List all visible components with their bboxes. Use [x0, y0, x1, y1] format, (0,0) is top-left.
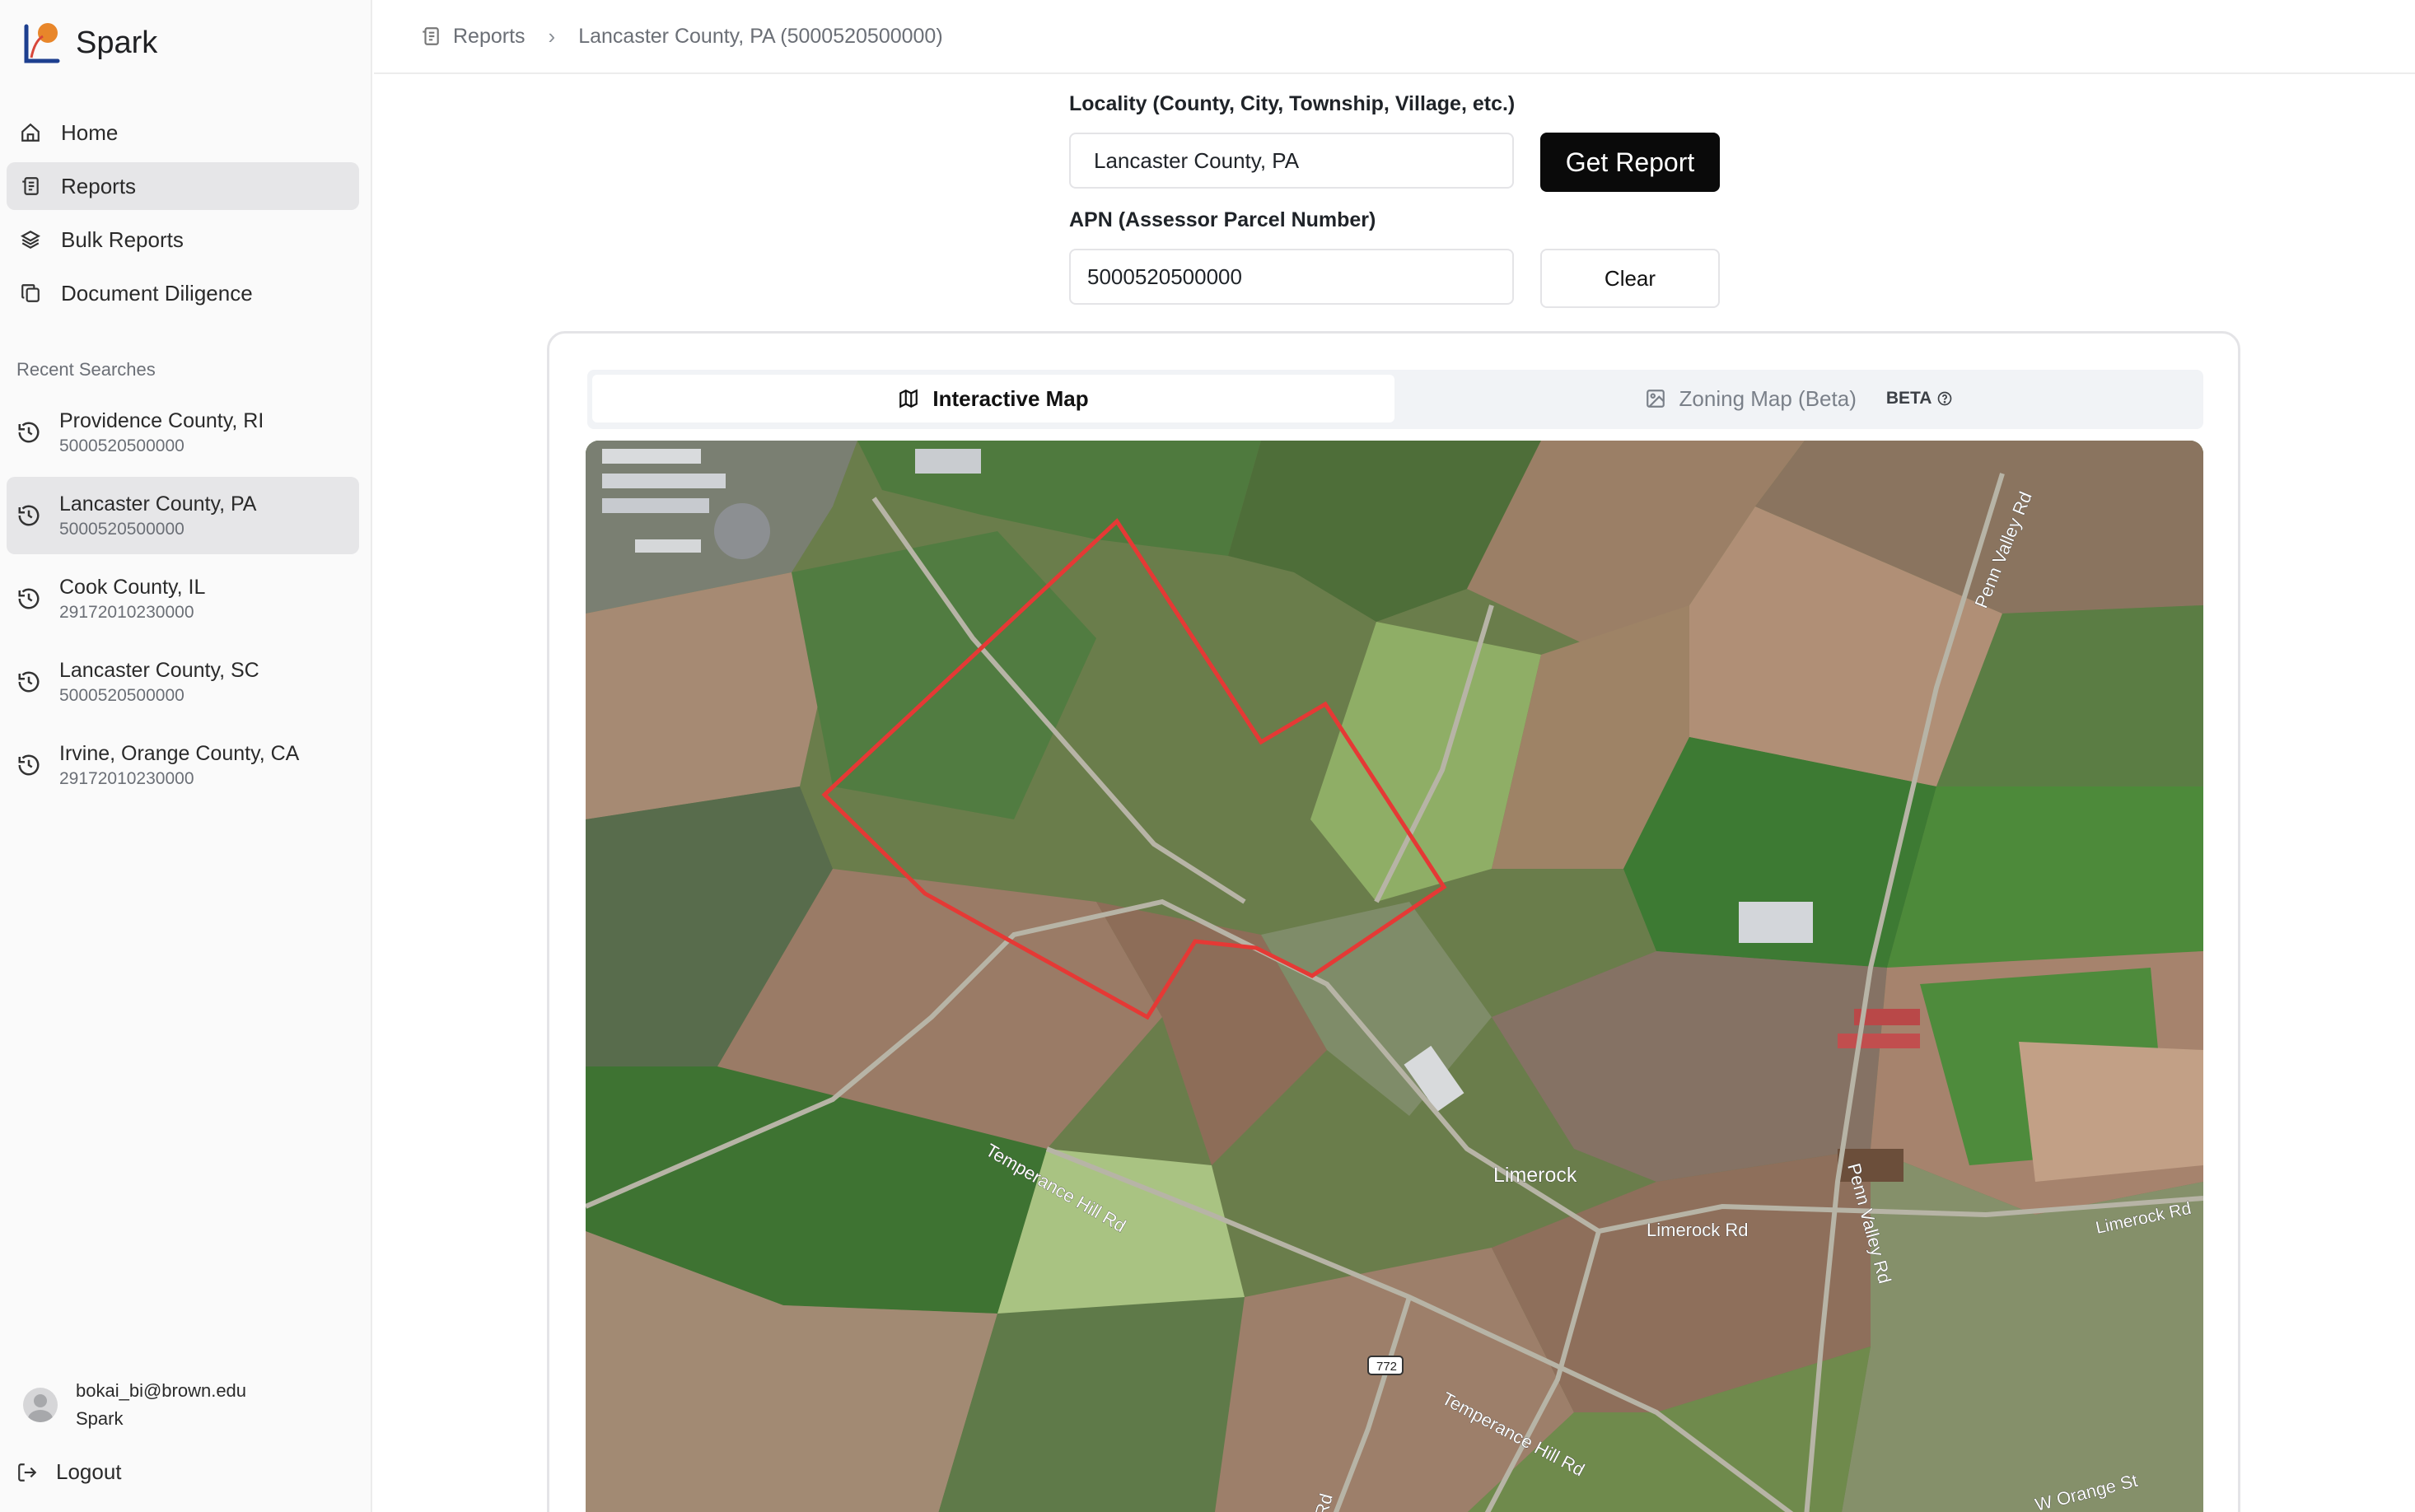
nav-item-bulk-reports[interactable]: Bulk Reports [7, 216, 359, 264]
history-icon [18, 671, 40, 693]
history-icon [18, 588, 40, 609]
documents-icon [18, 281, 43, 306]
recent-item-apn: 5000520500000 [59, 685, 185, 705]
beta-label: BETA [1885, 389, 1932, 408]
apn-input[interactable] [1069, 249, 1514, 305]
image-icon [1646, 390, 1665, 408]
recent-item[interactable]: Irvine, Orange County, CA 29172010230000 [7, 726, 359, 804]
breadcrumb-root: Reports [453, 24, 526, 48]
nav-item-home[interactable]: Home [7, 109, 359, 156]
user-email: bokai_bi@brown.edu [76, 1380, 247, 1401]
home-icon [18, 120, 43, 145]
search-form: Locality (County, City, Township, Villag… [1069, 92, 1728, 328]
breadcrumb: Reports › Lancaster County, PA (50005205… [374, 0, 2415, 74]
nav-item-reports[interactable]: Reports [7, 162, 359, 210]
logout-label: Logout [56, 1459, 122, 1484]
recent-item-name: Irvine, Orange County, CA [59, 741, 300, 765]
help-icon [1938, 391, 1952, 406]
nav-item-document-diligence[interactable]: Document Diligence [7, 269, 359, 317]
sidebar: Spark Home Reports Bulk Reports Document… [0, 0, 372, 1512]
brand[interactable]: Spark [23, 21, 157, 64]
brand-name: Spark [76, 25, 158, 60]
nav-label: Document Diligence [61, 280, 253, 306]
recent-searches-title: Recent Searches [16, 359, 156, 380]
locality-label: Locality (County, City, Township, Villag… [1069, 92, 1516, 115]
nav-label: Bulk Reports [61, 226, 184, 252]
history-icon [18, 754, 40, 776]
map-icon [899, 389, 918, 408]
user-org: Spark [76, 1408, 124, 1429]
reports-icon [18, 174, 43, 198]
recent-item[interactable]: Lancaster County, SC 5000520500000 [7, 643, 359, 721]
recent-item-apn: 5000520500000 [59, 519, 185, 539]
recent-item-name: Providence County, RI [59, 408, 264, 432]
tab-zoning-map[interactable]: Zoning Map (Beta) BETA [1398, 375, 2200, 422]
breadcrumb-current: Lancaster County, PA (5000520500000) [578, 24, 943, 48]
user-profile[interactable]: bokai_bi@brown.edu Spark [23, 1380, 246, 1430]
get-report-button[interactable]: Get Report [1540, 133, 1720, 192]
recent-item-apn: 29172010230000 [59, 602, 194, 622]
layers-icon [18, 227, 43, 252]
recent-item-name: Lancaster County, SC [59, 658, 259, 682]
tab-interactive-map[interactable]: Interactive Map [592, 375, 1394, 422]
map-card: Interactive Map Zoning Map (Beta) BETA L… [547, 331, 2240, 1512]
reports-icon [423, 27, 439, 45]
recent-item-name: Lancaster County, PA [59, 492, 257, 516]
avatar [23, 1388, 58, 1422]
recent-item-apn: 5000520500000 [59, 436, 185, 455]
tab-label: Interactive Map [932, 385, 1089, 411]
nav-label: Home [61, 119, 119, 145]
beta-badge: BETA [1886, 389, 1954, 408]
map-tabs: Interactive Map Zoning Map (Beta) BETA [587, 370, 2203, 429]
map-place-label: Limerock [1493, 1164, 1577, 1187]
interactive-map[interactable]: Limerock Penn Valley Rd Temperance Hill … [586, 441, 2203, 1512]
logout-button[interactable]: Logout [16, 1459, 122, 1485]
chevron-right-icon: › [548, 23, 556, 49]
tab-label: Zoning Map (Beta) [1679, 385, 1857, 411]
recent-item-apn: 29172010230000 [59, 768, 194, 788]
sidebar-nav: Home Reports Bulk Reports Document Dilig… [7, 109, 359, 323]
recent-item[interactable]: Providence County, RI 5000520500000 [7, 394, 359, 471]
nav-label: Reports [61, 173, 137, 198]
route-shield-label: 772 [1376, 1360, 1397, 1374]
breadcrumb-reports-link[interactable]: Reports [420, 25, 526, 49]
locality-input[interactable] [1069, 133, 1514, 189]
recent-item[interactable]: Cook County, IL 29172010230000 [7, 560, 359, 637]
route-shield: 772 [1367, 1356, 1404, 1375]
logout-icon [18, 1463, 37, 1482]
recent-item[interactable]: Lancaster County, PA 5000520500000 [7, 477, 359, 554]
app-root: Spark Home Reports Bulk Reports Document… [0, 0, 2415, 1512]
spark-logo-icon [24, 23, 60, 63]
recent-item-name: Cook County, IL [59, 575, 206, 599]
recent-searches-list: Providence County, RI 5000520500000 Lanc… [7, 394, 359, 810]
map-road-label: Limerock Rd [1647, 1220, 1748, 1240]
satellite-map: Limerock Penn Valley Rd Temperance Hill … [586, 441, 2203, 1512]
apn-label: APN (Assessor Parcel Number) [1069, 208, 1376, 231]
history-icon [18, 422, 40, 443]
clear-button[interactable]: Clear [1540, 249, 1720, 308]
history-icon [18, 505, 40, 526]
